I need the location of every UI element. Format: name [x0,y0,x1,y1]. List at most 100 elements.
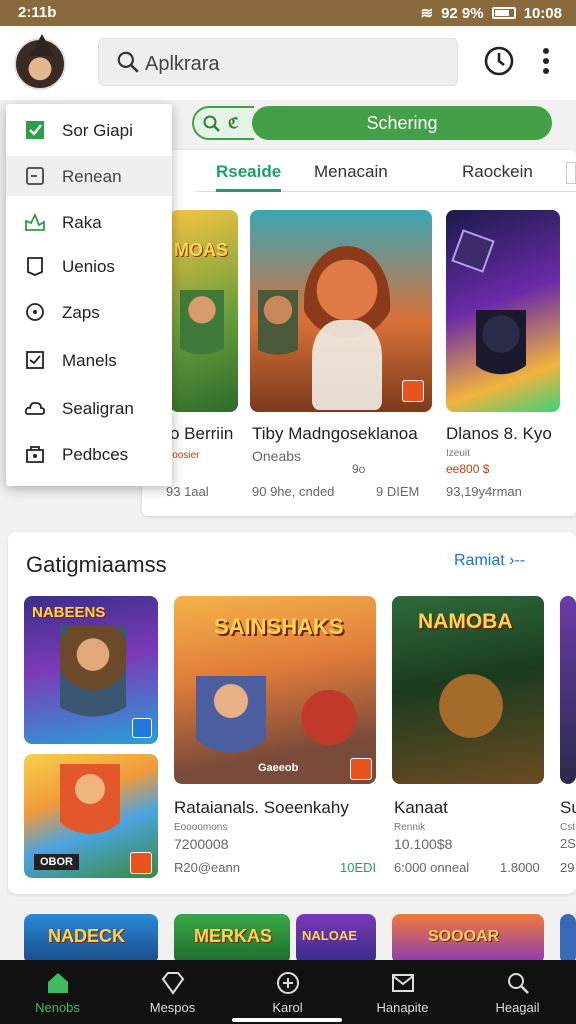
menu-item-4[interactable]: Zaps [6,292,172,332]
section-tile-4[interactable] [560,596,576,784]
top-game-0-sub: ioosier [170,450,200,461]
bottom-tile-4[interactable] [560,914,576,964]
wifi-icon: ≋ [420,5,434,22]
avatar[interactable] [14,34,66,90]
game-badge-icon [402,380,424,402]
section-game-1-sub: Rennik [394,822,426,833]
section-tile-3[interactable]: NAMOBA [392,596,544,784]
top-game-2-sub: Izeuit [446,448,470,459]
history-icon[interactable] [482,44,516,78]
section-game-2-rating: 2S [560,836,576,851]
section-game-1-meta: 6:000 onneal [394,860,470,875]
check-square-icon [26,121,44,139]
game-tile-2[interactable] [446,210,560,412]
top-game-2-meta: 93,19y4rman [446,484,522,499]
tab-0[interactable]: Rseaide [216,162,282,192]
section-game-0-size: 10EDI [340,860,377,875]
diamond-icon [161,972,185,995]
filter-bar: ℭ Schering [192,106,552,140]
tab-1[interactable]: Menacain [314,162,388,182]
search-placeholder: Aplkrara [145,53,220,75]
cloud-icon [24,401,46,415]
nav-item-3[interactable]: Hanapite [345,960,460,1024]
game-tile-1[interactable] [250,210,432,412]
nav-item-1[interactable]: Mespos [115,960,230,1024]
top-game-2-title: Dlanos 8. Kyo [446,424,552,443]
nav-item-2[interactable]: Karol [230,960,345,1024]
status-bar: 2:11b ≋ 92 9% 10:08 [0,0,576,26]
top-game-2-rating: ee800 $ [446,462,490,476]
section-tile-1[interactable]: OBOR [24,754,158,878]
top-game-1-rating: 9o [352,462,366,476]
arrow-icon: ›‑‑ [509,552,526,569]
battery-icon [491,7,516,19]
bottom-tile-0[interactable]: NADECK [24,914,158,964]
search-icon [508,973,529,994]
filter-mark: ℭ [228,115,239,132]
game-badge-icon [132,718,152,738]
bag-icon [26,446,44,463]
section-game-1-title: Kanaat [394,798,448,817]
app-bar: Aplkrara [0,26,576,100]
bottom-tile-3[interactable]: SOOOAR [392,914,544,964]
menu-item-1[interactable]: Renean [6,156,172,196]
envelope-icon [392,974,414,992]
top-game-1-size: 9 DIEM [376,484,420,499]
section-tile-2[interactable]: SAINSHAKS Gaeeob [174,596,376,784]
top-game-1-sub: Oneabs [252,448,302,464]
section-game-2-title: Su [560,798,576,817]
more-vert-icon[interactable] [536,46,556,76]
tab-bar: Rseaide Menacain Raockein [196,152,576,192]
section-game-0-sub: Eoooomons [174,822,228,833]
filter-button[interactable]: Schering [252,106,552,140]
note-icon [26,167,44,185]
bottom-nav: Nenobs Mespos Karol Hanapite Heagail [0,960,576,1024]
section-game-1-size: 1.8000 [500,860,540,875]
section-game-0-title: Rataianals. Soeenkahy [174,798,349,817]
menu-item-6[interactable]: Sealigran [6,388,172,428]
top-game-1-meta: 90 9he, cnded [252,484,335,499]
section-game-2-sub: Cst [560,822,575,833]
dropdown-menu: Sor Giapi Renean Raka Uenios Zaps Manels… [6,104,172,486]
menu-item-5[interactable]: Manels [6,340,172,380]
section-game-2-meta: 29 [560,860,575,875]
menu-item-2[interactable]: Raka [6,202,172,242]
bottom-tiles-row: NADECK MERKAS NALOAE SOOOAR [0,906,576,964]
tab-2[interactable]: Raockein [462,162,533,182]
tab-overflow[interactable] [566,162,576,184]
nav-item-4[interactable]: Heagail [460,960,575,1024]
section-title: Gatigmiaamss [26,552,167,577]
chart-icon [25,212,45,231]
search-bar[interactable]: Aplkrara [98,38,458,86]
status-battery-text: 92 9% [441,4,484,22]
menu-item-7[interactable]: Pedbces [6,434,172,474]
section-link[interactable]: Ramiat ›‑‑ [454,552,525,570]
status-time: 2:11b [18,4,57,21]
section-game-1-rating: 10.100$8 [394,836,453,852]
game-badge-icon [350,758,372,780]
status-icons: ≋ 92 9% 10:08 [420,4,563,23]
filter-search-chip[interactable]: ℭ [192,106,254,140]
plus-circle-icon [277,972,299,994]
section-game-0-rating: 7200008 [174,836,229,852]
menu-item-3[interactable]: Uenios [6,246,172,286]
status-clock: 10:08 [523,4,562,22]
home-indicator[interactable] [232,1018,342,1022]
bottom-tile-2[interactable]: NALOAE [296,914,376,964]
menu-item-0[interactable]: Sor Giapi [6,110,172,150]
section-tile-0[interactable]: NABEENS [24,596,158,744]
game-badge-icon [130,852,152,874]
game-tile-0[interactable]: MOAS [170,210,238,412]
nav-item-0[interactable]: Nenobs [0,960,115,1024]
search-icon [117,51,139,73]
bottom-tile-1[interactable]: MERKAS [174,914,290,964]
check-box-icon [26,351,44,369]
top-game-1-title: Tiby Madngoseklanoa [252,424,418,443]
top-game-0-title: o Berriin [170,424,234,443]
top-game-0-meta: 93 1aal [166,484,209,499]
home-icon [48,973,68,993]
compass-icon [26,303,44,321]
bookmark-icon [27,257,43,276]
section-game-0-meta: R20@eann [174,860,240,875]
search-icon [203,115,220,132]
